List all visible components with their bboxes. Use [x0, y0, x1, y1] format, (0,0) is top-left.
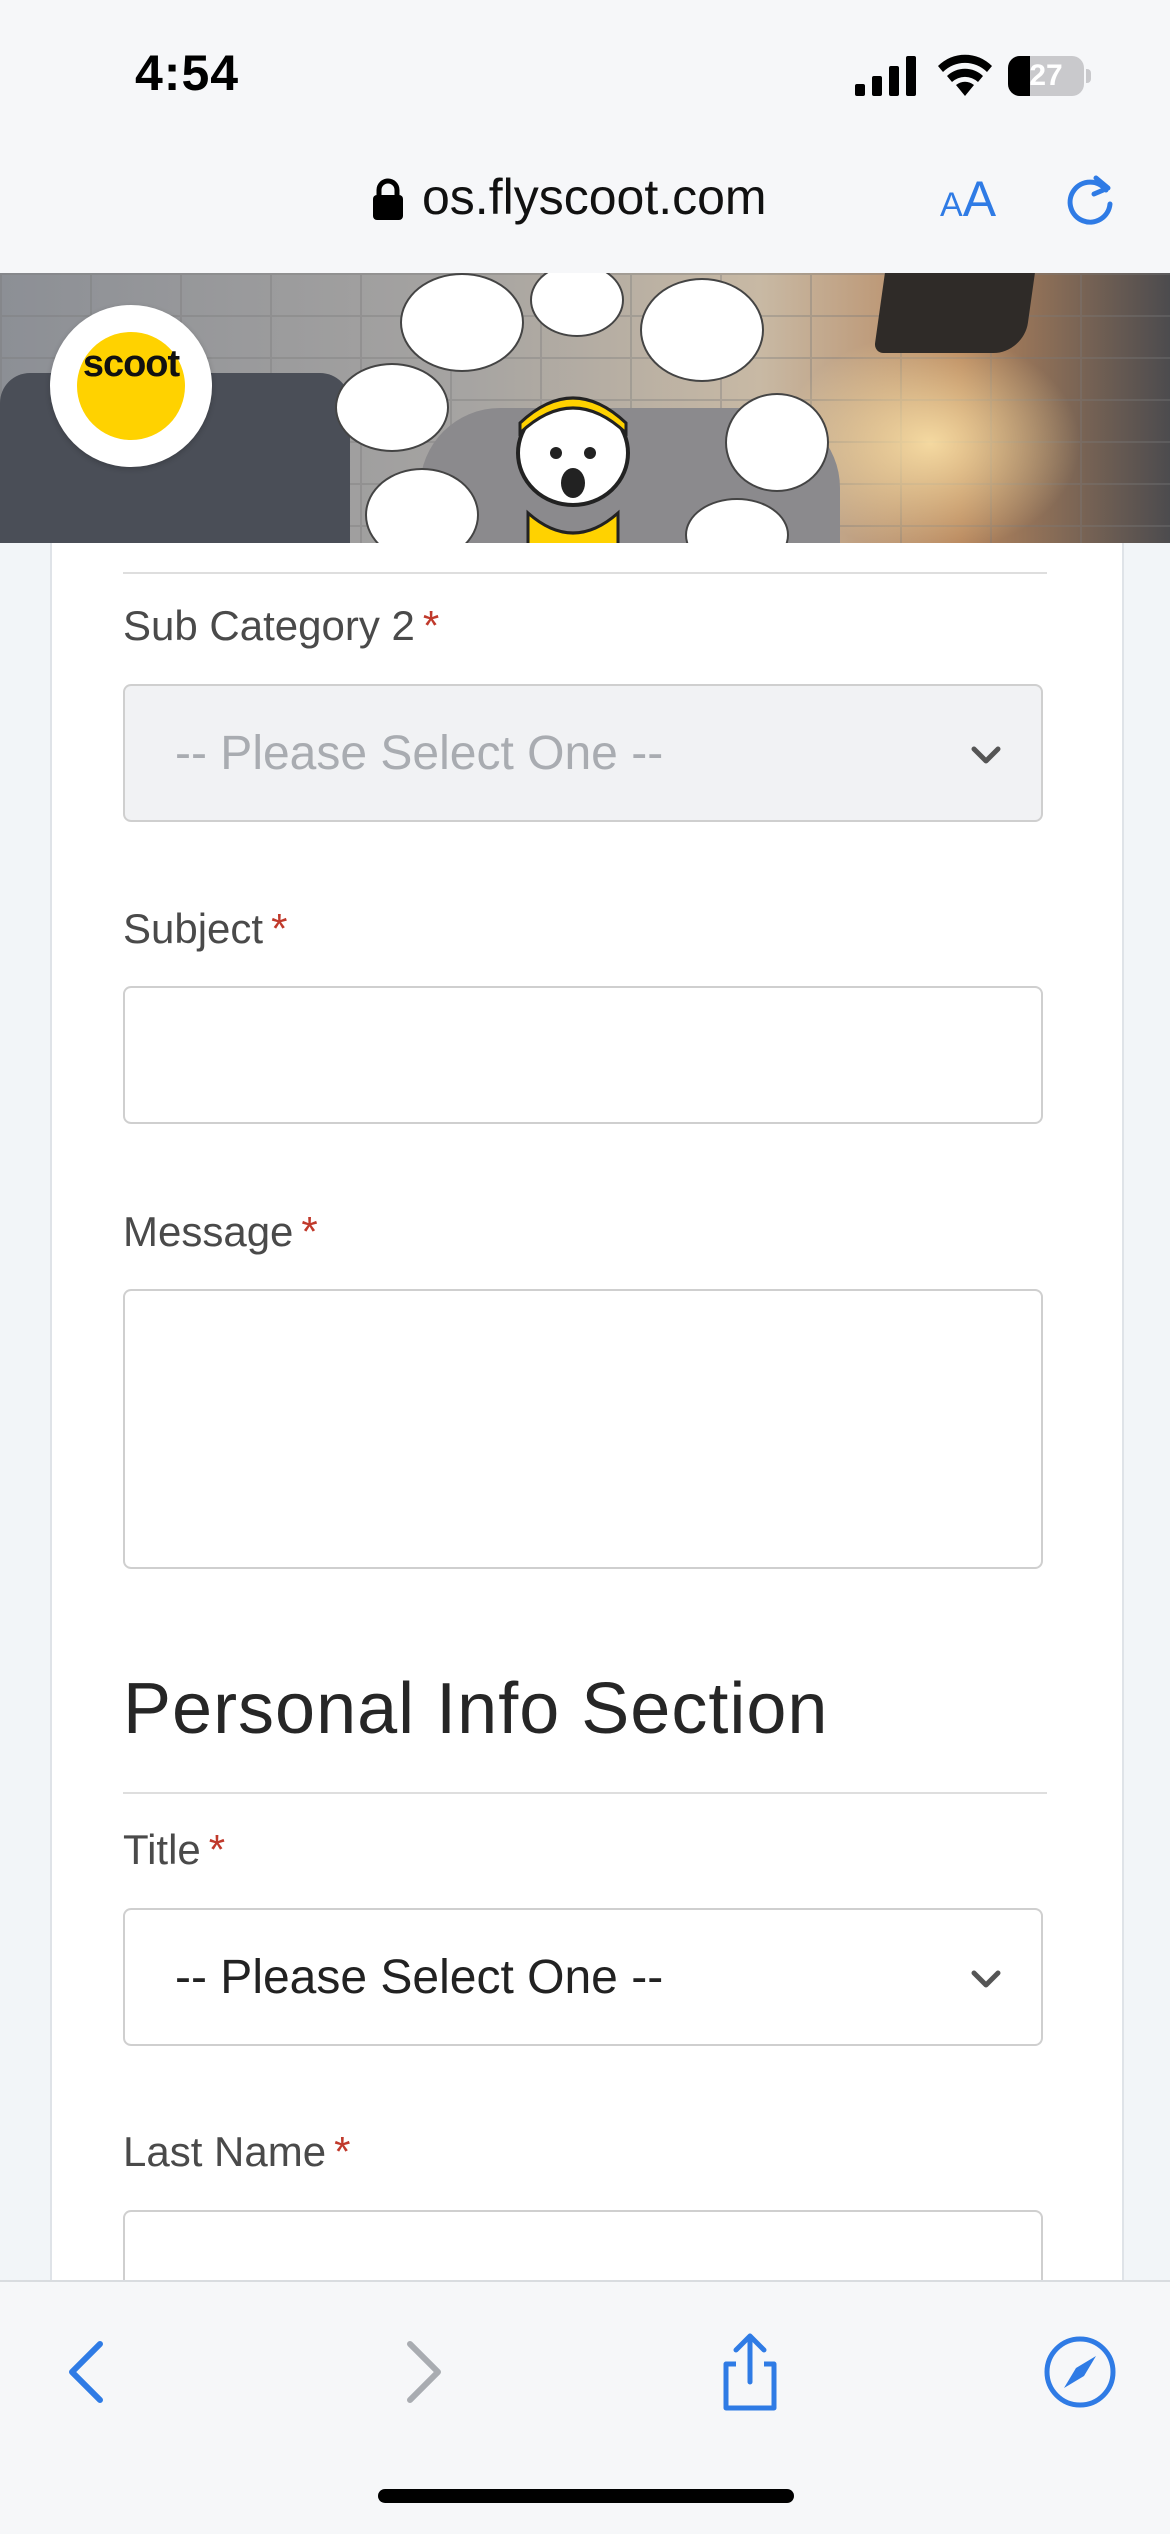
status-time: 4:54 [135, 45, 240, 101]
sub-category-2-selected-value: -- Please Select One -- [175, 727, 664, 780]
message-textarea[interactable] [123, 1289, 1043, 1569]
subject-input[interactable] [123, 986, 1043, 1124]
cartoon-character-illustration [516, 396, 630, 543]
reload-icon[interactable] [1062, 172, 1118, 228]
scoot-logo[interactable]: scoot [50, 305, 212, 467]
title-select[interactable]: -- Please Select One -- [123, 1908, 1043, 2046]
compass-icon[interactable] [1040, 2332, 1120, 2412]
cellular-signal-icon [855, 56, 916, 96]
personal-info-heading: Personal Info Section [123, 1669, 829, 1749]
last-name-label: Last Name * [123, 2128, 351, 2175]
address-bar[interactable]: os.flyscoot.com AA [0, 150, 1170, 273]
forward-icon[interactable] [382, 2332, 462, 2412]
status-bar: 4:54 27 [0, 0, 1170, 150]
share-icon[interactable] [710, 2332, 790, 2412]
lock-icon [373, 178, 403, 220]
text-size-button[interactable]: AA [940, 170, 996, 228]
back-icon[interactable] [48, 2332, 128, 2412]
battery-icon: 27 [1008, 56, 1091, 96]
battery-level: 27 [1029, 59, 1063, 92]
sub-category-2-label: Sub Category 2 * [123, 602, 440, 649]
logo-text: scoot [82, 343, 180, 385]
chevron-down-icon [971, 746, 1001, 764]
section-divider [123, 572, 1047, 574]
subject-label: Subject * [123, 905, 288, 952]
title-label: Title * [123, 1826, 226, 1873]
wifi-icon [938, 54, 992, 96]
message-label: Message * [123, 1208, 318, 1255]
title-selected-value: -- Please Select One -- [175, 1951, 664, 2004]
home-indicator [378, 2489, 794, 2503]
section-divider [123, 1792, 1047, 1794]
chevron-down-icon [971, 1970, 1001, 1988]
url-text[interactable]: os.flyscoot.com [422, 168, 767, 226]
sub-category-2-select[interactable]: -- Please Select One -- [123, 684, 1043, 822]
